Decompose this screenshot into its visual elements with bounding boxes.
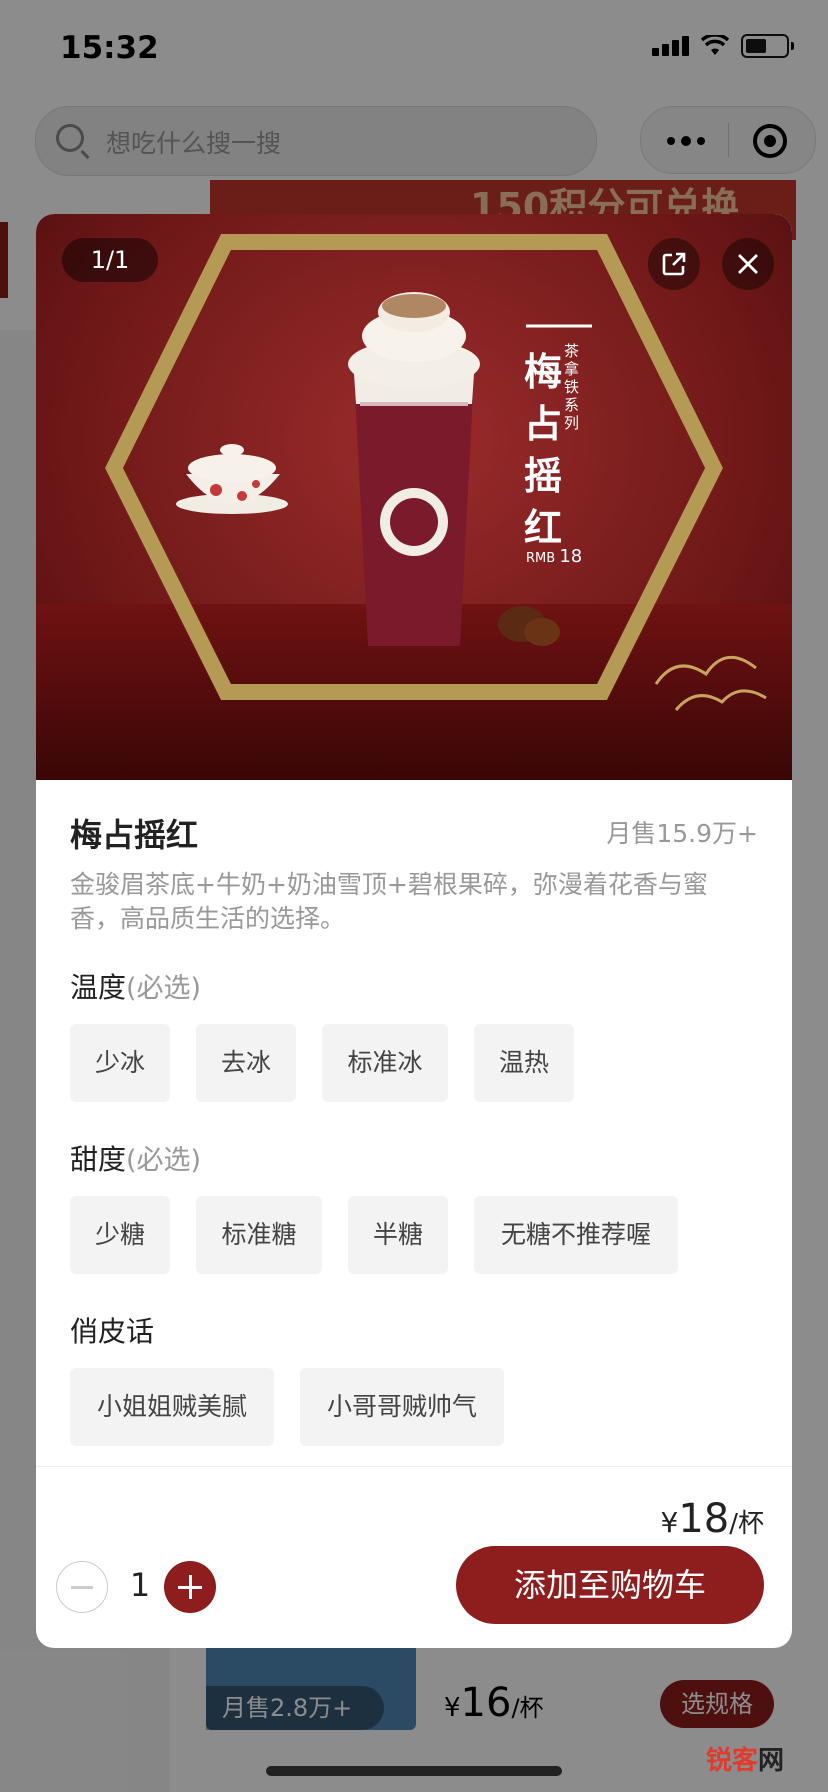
decrease-quantity-button[interactable] [56, 1561, 108, 1613]
option-temperature-2[interactable]: 标准冰 [322, 1024, 448, 1102]
temperature-label: 温度 [70, 971, 127, 1004]
image-title: 梅占摇红 [523, 349, 562, 550]
product-detail-modal: 梅占摇红 茶拿铁系列 RMB 18 1/1 梅占摇红 月售15.9万+ 金骏眉茶… [36, 214, 792, 1648]
remark-title: 俏皮话 [70, 1315, 155, 1348]
option-remark-1[interactable]: 小哥哥贼帅气 [300, 1368, 504, 1446]
price-unit: /杯 [729, 1509, 764, 1539]
divider [36, 1466, 792, 1467]
close-button[interactable] [722, 238, 774, 290]
share-icon [662, 252, 686, 276]
watermark-main: 锐客 [706, 1746, 759, 1776]
increase-quantity-button[interactable] [164, 1561, 216, 1613]
home-indicator [266, 1766, 562, 1776]
temperature-title: 温度(必选) [70, 966, 201, 1006]
product-illustration [105, 234, 767, 711]
add-to-cart-button[interactable]: 添加至购物车 [456, 1546, 764, 1624]
close-icon [738, 254, 758, 274]
product-description: 金骏眉茶底+牛奶+奶油雪顶+碧根果碎，弥漫着花香与蜜香，高品质生活的选择。 [70, 870, 708, 933]
option-temperature-1[interactable]: 去冰 [196, 1024, 296, 1102]
image-series: 茶拿铁系列 [564, 342, 580, 432]
option-sweetness-2[interactable]: 半糖 [348, 1196, 448, 1274]
option-temperature-3[interactable]: 温热 [474, 1024, 574, 1102]
option-sweetness-0[interactable]: 少糖 [70, 1196, 170, 1274]
required-tag: (必选) [126, 1145, 202, 1176]
image-page-indicator: 1/1 [62, 238, 158, 282]
sweetness-title: 甜度(必选) [70, 1138, 201, 1178]
option-sweetness-1[interactable]: 标准糖 [196, 1196, 322, 1274]
image-price-value: 18 [559, 546, 583, 567]
required-tag: (必选) [126, 973, 202, 1004]
total-price: ¥18/杯 [661, 1496, 765, 1542]
price-symbol: ¥ [660, 1506, 679, 1539]
quantity-value: 1 [129, 1566, 151, 1604]
option-remark-0[interactable]: 小姐姐贼美腻 [70, 1368, 274, 1446]
watermark-suffix: 网 [758, 1746, 785, 1776]
option-temperature-0[interactable]: 少冰 [70, 1024, 170, 1102]
sweetness-label: 甜度 [70, 1143, 127, 1176]
watermark: 锐客网 [706, 1740, 784, 1777]
price-value: 18 [678, 1496, 730, 1542]
image-price-label: RMB [526, 551, 556, 566]
product-name: 梅占摇红 [70, 816, 199, 854]
image-price: RMB 18 [526, 546, 582, 567]
share-button[interactable] [648, 238, 700, 290]
option-sweetness-3[interactable]: 无糖不推荐喔 [474, 1196, 678, 1274]
monthly-sales: 月售15.9万+ [606, 819, 758, 848]
product-image: 梅占摇红 茶拿铁系列 RMB 18 1/1 [36, 214, 792, 780]
